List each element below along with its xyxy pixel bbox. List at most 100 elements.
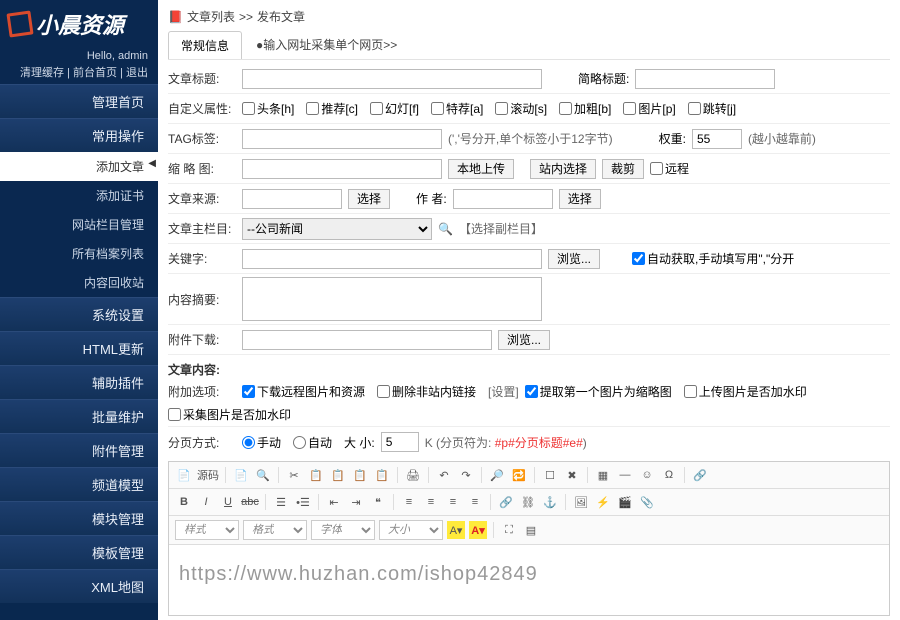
btn-kw-browse[interactable]: 浏览... [548,249,600,269]
undo-icon[interactable]: ↶ [435,466,453,484]
btn-author-pick[interactable]: 选择 [559,189,601,209]
chk-remove-external[interactable]: 删除非站内链接 [377,383,476,400]
btn-local-upload[interactable]: 本地上传 [448,159,514,179]
sel-format[interactable]: 格式 [243,520,307,540]
new-icon[interactable]: 📄 [232,466,250,484]
chk-jump[interactable]: 跳转[j] [688,100,736,117]
menu-item-add-cert[interactable]: 添加证书 [0,181,158,210]
chk-slide[interactable]: 幻灯[f] [370,100,419,117]
sel-size[interactable]: 大小 [379,520,443,540]
crumb-list[interactable]: 文章列表 [187,8,235,25]
chk-headline[interactable]: 头条[h] [242,100,294,117]
btn-source-pick[interactable]: 选择 [348,189,390,209]
sel-style[interactable]: 样式 [175,520,239,540]
input-pagesize[interactable] [381,432,419,452]
link-ext-setting[interactable]: [设置] [488,383,519,400]
find-icon[interactable]: 🔎 [488,466,506,484]
indent-icon[interactable]: ⇥ [347,493,365,511]
align-left-icon[interactable]: ≡ [400,493,418,511]
paste-word-icon[interactable]: 📋 [373,466,391,484]
bold-icon[interactable]: B [175,493,193,511]
anchor-icon[interactable]: ⚓ [541,493,559,511]
tab-scrape[interactable]: ●输入网址采集单个网页>> [248,31,405,59]
flash-icon[interactable]: ⚡ [594,493,612,511]
chk-scroll[interactable]: 滚动[s] [495,100,547,117]
table-icon[interactable]: ▦ [594,466,612,484]
input-thumb[interactable] [242,159,442,179]
image-icon[interactable]: 🖼 [572,493,590,511]
outdent-icon[interactable]: ⇤ [325,493,343,511]
btn-site-select[interactable]: 站内选择 [530,159,596,179]
link-logout[interactable]: 退出 [126,67,148,79]
file-icon[interactable]: 📎 [638,493,656,511]
media-icon[interactable]: 🎬 [616,493,634,511]
menu-module[interactable]: 模块管理 [0,501,158,535]
maximize-icon[interactable]: ⛶ [500,521,518,539]
sel-font[interactable]: 字体 [311,520,375,540]
radio-auto[interactable]: 自动 [293,434,332,451]
unlink-icon[interactable]: ⛓ [519,493,537,511]
char-icon[interactable]: Ω [660,466,678,484]
ul-icon[interactable]: •☰ [294,493,312,511]
source-icon[interactable]: 📄 [175,466,193,484]
menu-template[interactable]: 模板管理 [0,535,158,569]
chk-collect-watermark[interactable]: 采集图片是否加水印 [168,406,291,423]
menu-item-recycle[interactable]: 内容回收站 [0,268,158,297]
menu-attach[interactable]: 附件管理 [0,433,158,467]
input-shorttitle[interactable] [635,69,775,89]
quote-icon[interactable]: ❝ [369,493,387,511]
align-center-icon[interactable]: ≡ [422,493,440,511]
removeformat-icon[interactable]: ✖ [563,466,581,484]
menu-plugin[interactable]: 辅助插件 [0,365,158,399]
underline-icon[interactable]: U [219,493,237,511]
chk-image[interactable]: 图片[p] [623,100,675,117]
chk-bold[interactable]: 加粗[b] [559,100,611,117]
strike-icon[interactable]: abc [241,493,259,511]
menu-xml[interactable]: XML地图 [0,569,158,603]
menu-system[interactable]: 系统设置 [0,297,158,331]
ol-icon[interactable]: ☰ [272,493,290,511]
chk-remote[interactable]: 远程 [650,160,689,177]
menu-html[interactable]: HTML更新 [0,331,158,365]
chk-special[interactable]: 特荐[a] [431,100,483,117]
menu-common[interactable]: 常用操作 [0,118,158,152]
link-icon[interactable]: 🔗 [691,466,709,484]
paste-icon[interactable]: 📋 [329,466,347,484]
radio-manual[interactable]: 手动 [242,434,281,451]
menu-item-columns[interactable]: 网站栏目管理 [0,210,158,239]
italic-icon[interactable]: I [197,493,215,511]
btn-source[interactable]: 源码 [197,467,219,483]
input-source[interactable] [242,189,342,209]
align-right-icon[interactable]: ≡ [444,493,462,511]
input-keywords[interactable] [242,249,542,269]
input-author[interactable] [453,189,553,209]
chk-upload-watermark[interactable]: 上传图片是否加水印 [684,383,807,400]
print-icon[interactable]: 🖨 [404,466,422,484]
chk-recommend[interactable]: 推荐[c] [306,100,358,117]
link-subcat[interactable]: 【选择副栏目】 [459,220,543,237]
chk-kw-auto[interactable]: 自动获取,手动填写用","分开 [632,250,794,267]
chk-download-remote[interactable]: 下载远程图片和资源 [242,383,365,400]
paste-text-icon[interactable]: 📋 [351,466,369,484]
input-weight[interactable] [692,129,742,149]
textarea-summary[interactable] [242,277,542,321]
link-clean-cache[interactable]: 清理缓存 [20,67,64,79]
cut-icon[interactable]: ✂ [285,466,303,484]
blocks-icon[interactable]: ▤ [522,521,540,539]
btn-crop[interactable]: 裁剪 [602,159,644,179]
magnifier-icon[interactable]: 🔍 [438,222,453,236]
editor-content[interactable]: https://www.huzhan.com/ishop42849 [169,545,889,615]
chk-extract-thumb[interactable]: 提取第一个图片为缩略图 [525,383,672,400]
align-justify-icon[interactable]: ≡ [466,493,484,511]
menu-channel[interactable]: 频道模型 [0,467,158,501]
textcolor-icon[interactable]: A▾ [447,521,465,539]
menu-item-archives[interactable]: 所有档案列表 [0,239,158,268]
btn-dl-browse[interactable]: 浏览... [498,330,550,350]
menu-home[interactable]: 管理首页 [0,84,158,118]
input-tag[interactable] [242,129,442,149]
link-frontend[interactable]: 前台首页 [73,67,117,79]
bgcolor-icon[interactable]: A▾ [469,521,487,539]
hr-icon[interactable]: — [616,466,634,484]
menu-batch[interactable]: 批量维护 [0,399,158,433]
tab-general[interactable]: 常规信息 [168,31,242,59]
